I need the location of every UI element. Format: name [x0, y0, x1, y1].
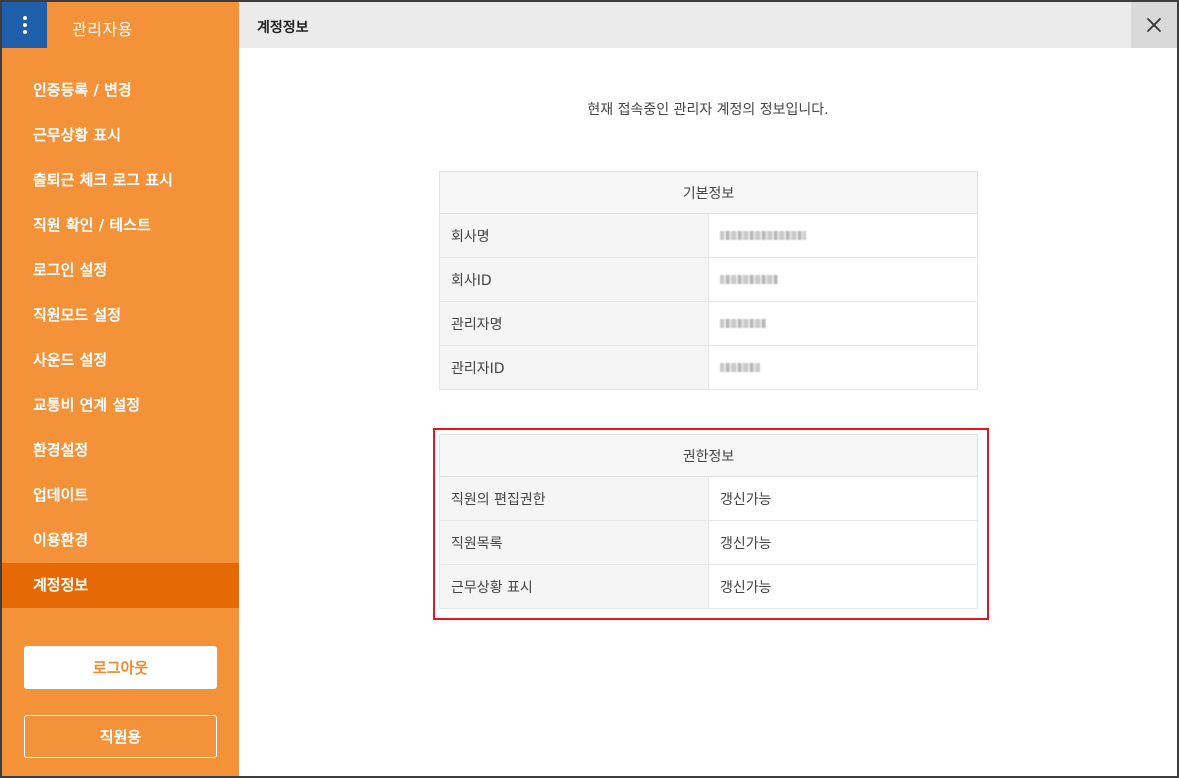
table-row: 회사ID: [439, 257, 978, 302]
sidebar-header: 관리자용: [2, 2, 239, 48]
permission-info-title: 권한정보: [439, 434, 978, 477]
sidebar-item-sound-settings[interactable]: 사운드 설정: [2, 338, 239, 383]
row-value-redacted: [708, 257, 978, 302]
sidebar-item-preferences[interactable]: 환경설정: [2, 428, 239, 473]
main-panel: 계정정보 현재 접속중인 관리자 계정의 정보입니다. 기본정보 회사명 회사I…: [239, 2, 1177, 776]
sidebar-item-transport-settings[interactable]: 교통비 연계 설정: [2, 383, 239, 428]
row-key: 근무상황 표시: [439, 564, 709, 609]
table-row: 관리자ID: [439, 345, 978, 390]
table-row: 회사명: [439, 213, 978, 258]
sidebar-item-environment[interactable]: 이용환경: [2, 518, 239, 563]
row-value: 갱신가능: [708, 564, 978, 609]
row-key: 회사명: [439, 213, 709, 258]
sidebar-item-attendance-log[interactable]: 출퇴근 체크 로그 표시: [2, 158, 239, 203]
permission-info-table: 권한정보 직원의 편집권한 갱신가능 직원목록 갱신가능 근무상황 표시 갱신가…: [439, 434, 978, 609]
table-row: 근무상황 표시 갱신가능: [439, 564, 978, 609]
row-key: 직원목록: [439, 520, 709, 565]
staff-mode-button[interactable]: 직원용: [24, 715, 217, 758]
sidebar-item-update[interactable]: 업데이트: [2, 473, 239, 518]
title-bar: 계정정보: [239, 2, 1177, 48]
kebab-menu-icon[interactable]: [2, 2, 47, 48]
row-key: 직원의 편집권한: [439, 476, 709, 521]
sidebar-nav: 인증등록 / 변경 근무상황 표시 출퇴근 체크 로그 표시 직원 확인 / 테…: [2, 68, 239, 608]
table-row: 직원의 편집권한 갱신가능: [439, 476, 978, 521]
table-row: 관리자명: [439, 301, 978, 346]
sidebar-item-staff-mode-settings[interactable]: 직원모드 설정: [2, 293, 239, 338]
sidebar-item-staff-test[interactable]: 직원 확인 / 테스트: [2, 203, 239, 248]
row-value: 갱신가능: [708, 520, 978, 565]
row-value: 갱신가능: [708, 476, 978, 521]
sidebar-item-account-info[interactable]: 계정정보: [2, 563, 239, 608]
logout-button[interactable]: 로그아웃: [24, 646, 217, 689]
row-key: 회사ID: [439, 257, 709, 302]
close-icon[interactable]: [1131, 2, 1177, 48]
basic-info-title: 기본정보: [439, 171, 978, 214]
row-value-redacted: [708, 301, 978, 346]
row-key: 관리자ID: [439, 345, 709, 390]
sidebar-item-auth-register[interactable]: 인증등록 / 변경: [2, 68, 239, 113]
table-row: 직원목록 갱신가능: [439, 520, 978, 565]
row-key: 관리자명: [439, 301, 709, 346]
row-value-redacted: [708, 345, 978, 390]
row-value-redacted: [708, 213, 978, 258]
sidebar-item-work-status[interactable]: 근무상황 표시: [2, 113, 239, 158]
sidebar-title: 관리자용: [72, 20, 133, 39]
app-window: 관리자용 인증등록 / 변경 근무상황 표시 출퇴근 체크 로그 표시 직원 확…: [0, 0, 1179, 778]
sidebar-item-login-settings[interactable]: 로그인 설정: [2, 248, 239, 293]
page-title: 계정정보: [257, 20, 309, 36]
sidebar: 관리자용 인증등록 / 변경 근무상황 표시 출퇴근 체크 로그 표시 직원 확…: [2, 2, 239, 776]
basic-info-table: 기본정보 회사명 회사ID 관리자명 관리자ID: [439, 171, 978, 390]
intro-text: 현재 접속중인 관리자 계정의 정보입니다.: [587, 102, 829, 118]
